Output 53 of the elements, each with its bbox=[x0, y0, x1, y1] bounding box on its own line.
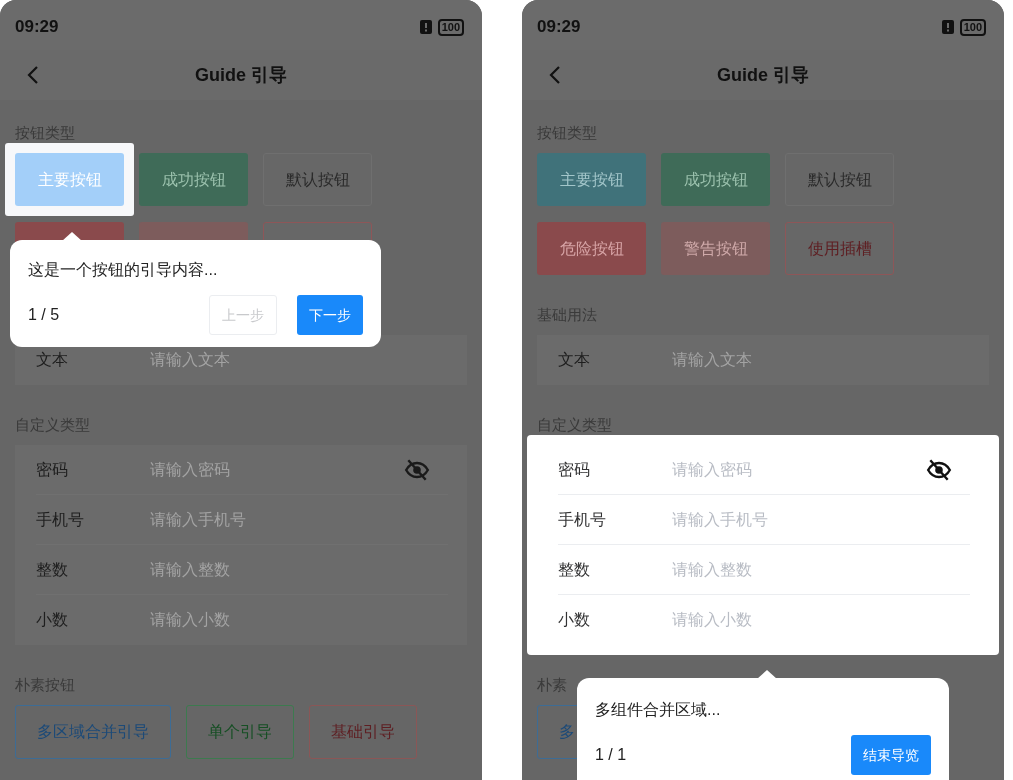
field-label: 整数 bbox=[558, 559, 591, 580]
form-field[interactable]: 手机号 请输入手机号 bbox=[15, 495, 467, 545]
button[interactable]: 主要按钮 bbox=[15, 153, 124, 206]
field-label: 密码 bbox=[36, 459, 69, 480]
battery-indicator: 100 bbox=[437, 18, 464, 36]
button[interactable]: 主要按钮 bbox=[537, 153, 646, 206]
step-counter: 1 / 1 bbox=[595, 745, 627, 765]
input-field[interactable]: 请输入手机号 bbox=[672, 507, 970, 532]
alert-icon bbox=[419, 20, 432, 34]
input-field[interactable]: 请输入文本 bbox=[150, 348, 448, 372]
input-field[interactable]: 请输入密码 bbox=[672, 457, 926, 482]
form-field[interactable]: 文本 请输入文本 bbox=[537, 335, 989, 385]
back-icon[interactable] bbox=[27, 65, 39, 85]
next-button[interactable]: 下一步 bbox=[297, 295, 363, 335]
button[interactable]: 成功按钮 bbox=[139, 153, 248, 206]
button[interactable]: 单个引导 bbox=[186, 705, 294, 759]
guide-text: 多组件合并区域... bbox=[595, 700, 722, 720]
field-label: 文本 bbox=[558, 350, 591, 370]
guide-text: 这是一个按钮的引导内容... bbox=[28, 260, 219, 280]
button[interactable]: 基础引导 bbox=[309, 705, 417, 759]
input-field[interactable]: 请输入密码 bbox=[150, 457, 404, 482]
field-label: 手机号 bbox=[558, 509, 607, 530]
input-field[interactable]: 请输入文本 bbox=[672, 348, 970, 372]
input-field[interactable]: 请输入整数 bbox=[672, 557, 970, 582]
form-field[interactable]: 密码 请输入密码 bbox=[15, 445, 467, 495]
field-label: 文本 bbox=[36, 350, 69, 370]
form-field[interactable]: 小数 请输入小数 bbox=[15, 595, 467, 645]
field-label: 手机号 bbox=[36, 509, 85, 530]
button[interactable]: 成功按钮 bbox=[661, 153, 770, 206]
page-title: Guide 引导 bbox=[717, 63, 809, 87]
button[interactable]: 使用插槽 bbox=[785, 222, 894, 275]
input-field[interactable]: 请输入小数 bbox=[150, 608, 448, 632]
form-field[interactable]: 整数 请输入整数 bbox=[15, 545, 467, 595]
page-title: Guide 引导 bbox=[195, 63, 287, 87]
alert-icon bbox=[941, 20, 954, 34]
field-label: 小数 bbox=[558, 610, 591, 630]
next-button[interactable]: 结束导览 bbox=[851, 735, 931, 775]
input-field[interactable]: 请输入小数 bbox=[672, 608, 970, 632]
input-field[interactable]: 请输入手机号 bbox=[150, 507, 448, 532]
status-time: 09:29 bbox=[537, 16, 581, 39]
back-icon[interactable] bbox=[549, 65, 561, 85]
button[interactable]: 危险按钮 bbox=[537, 222, 646, 275]
input-field[interactable]: 请输入整数 bbox=[150, 557, 448, 582]
battery-indicator: 100 bbox=[959, 18, 986, 36]
button[interactable]: 默认按钮 bbox=[263, 153, 372, 206]
field-label: 密码 bbox=[558, 459, 591, 480]
button[interactable]: 多区域合并引导 bbox=[15, 705, 171, 759]
button[interactable]: 警告按钮 bbox=[661, 222, 770, 275]
field-label: 小数 bbox=[36, 610, 69, 630]
field-label: 整数 bbox=[36, 559, 69, 580]
button[interactable]: 默认按钮 bbox=[785, 153, 894, 206]
step-counter: 1 / 5 bbox=[28, 305, 60, 325]
status-time: 09:29 bbox=[15, 16, 59, 39]
